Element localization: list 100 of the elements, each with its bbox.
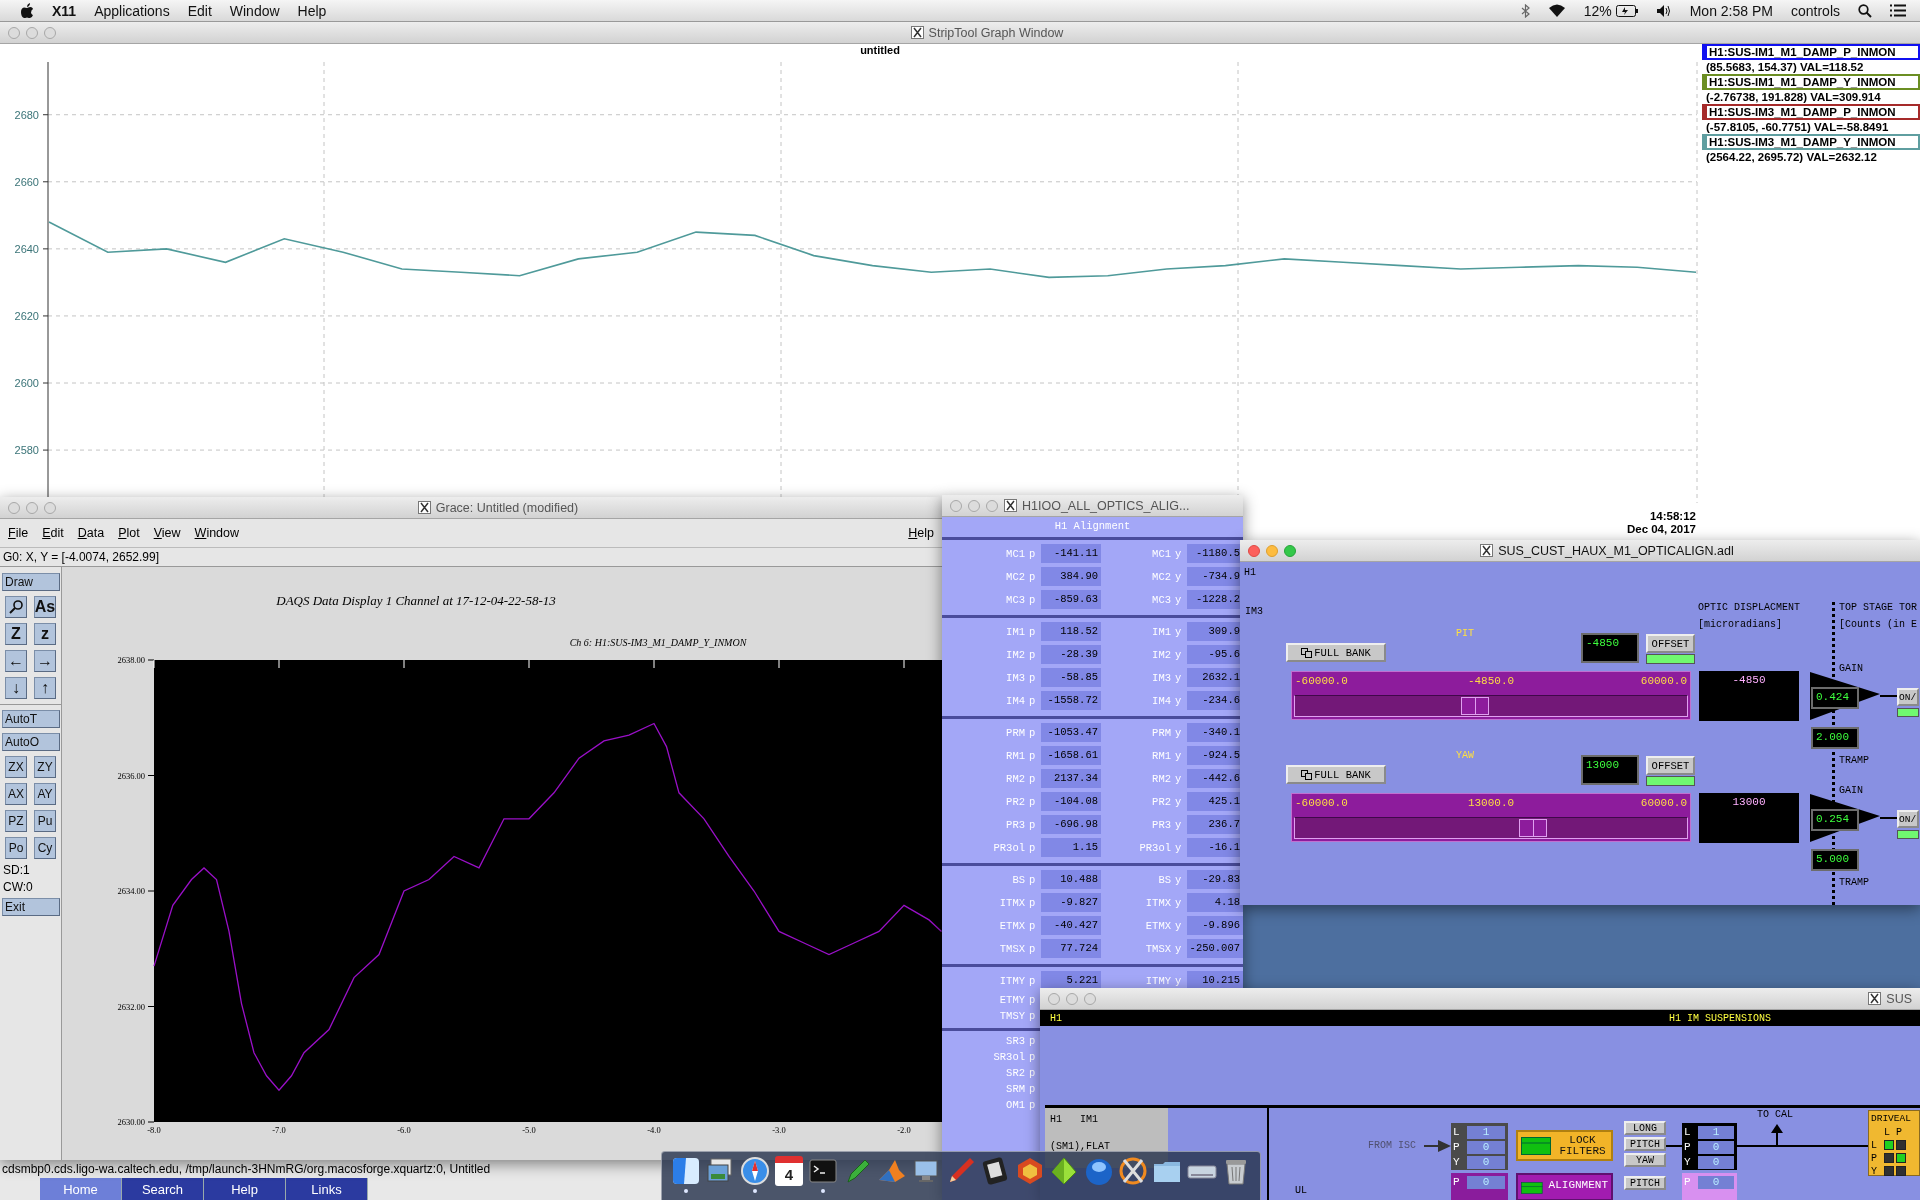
dof-button[interactable]: LONG — [1624, 1121, 1666, 1135]
tool-button[interactable]: AutoO — [2, 733, 60, 751]
gain-field[interactable]: 0.254 — [1811, 809, 1859, 831]
menu-item[interactable]: Edit — [187, 2, 212, 19]
value-readout: -1228.2 — [1187, 590, 1243, 609]
apple-icon[interactable] — [20, 2, 34, 19]
menu-item[interactable]: Plot — [118, 526, 140, 540]
menu-item[interactable]: Window — [229, 2, 280, 19]
zoom-tool-button[interactable] — [5, 596, 27, 618]
dof-button[interactable]: YAW — [1624, 1153, 1666, 1167]
legend-entry[interactable]: H1:SUS-IM3_M1_DAMP_Y_INMON — [1702, 134, 1920, 150]
nav-tab[interactable]: Links — [286, 1178, 368, 1200]
optic-label: RM2 — [1005, 772, 1025, 785]
value-readout: 118.52 — [1041, 622, 1101, 641]
battery-icon[interactable] — [1615, 4, 1638, 17]
switch-button[interactable]: ON/ — [1897, 810, 1919, 828]
search-icon[interactable] — [1858, 3, 1872, 18]
optic-label: TMSX — [1144, 942, 1171, 955]
list-icon[interactable] — [1890, 4, 1906, 17]
tool-button[interactable]: AY — [34, 783, 56, 805]
axis-label: p — [1028, 795, 1037, 808]
axis-label: p — [1028, 1010, 1037, 1022]
tool-button[interactable]: Cy — [34, 837, 56, 859]
tool-button[interactable]: → — [34, 650, 56, 672]
legend-entry[interactable]: H1:SUS-IM3_M1_DAMP_P_INMON — [1702, 104, 1920, 120]
close-button[interactable] — [1248, 544, 1260, 557]
user-menu[interactable]: controls — [1790, 2, 1840, 19]
tool-button[interactable]: PZ — [5, 810, 27, 832]
status-text: cdsmbp0.cds.ligo-wa.caltech.edu, /tmp/launch-3HNmRG/org.macosforge.xquartz:0, Untitled — [1, 1161, 492, 1178]
full-bank-button[interactable]: FULL BANK — [1286, 643, 1386, 662]
split-square-icon[interactable] — [670, 1156, 701, 1186]
setpoint-field[interactable]: -4850 — [1581, 633, 1639, 663]
menu-item[interactable]: Data — [77, 526, 105, 540]
tick-label: 2660 — [14, 175, 39, 188]
tramp-field[interactable]: 5.000 — [1811, 849, 1859, 871]
value-readout: 10.488 — [1041, 870, 1101, 889]
tool-button[interactable]: Draw — [2, 573, 60, 591]
tool-button[interactable]: Exit — [2, 898, 60, 916]
setpoint-field[interactable]: 13000 — [1581, 755, 1639, 785]
tool-button[interactable]: Pu — [34, 810, 56, 832]
value-readout: -859.63 — [1041, 590, 1101, 609]
optic-label: PR3ol — [992, 841, 1025, 854]
offset-slider[interactable]: -60000.0 -4850.0 60000.0 — [1291, 671, 1691, 720]
terminal-icon[interactable] — [808, 1156, 839, 1186]
offset-button[interactable]: OFFSET — [1646, 756, 1695, 775]
wifi-icon[interactable] — [1547, 4, 1566, 17]
menu-item[interactable]: Help — [297, 2, 327, 19]
legend-entry[interactable]: H1:SUS-IM1_M1_DAMP_P_INMON — [1702, 44, 1920, 60]
tool-button[interactable]: ← — [5, 650, 27, 672]
gain-field[interactable]: 0.424 — [1811, 687, 1859, 709]
menu-item[interactable]: Applications — [94, 2, 170, 19]
tick-label: -4.0 — [647, 1125, 661, 1135]
tool-button[interactable]: As — [34, 596, 56, 618]
value-readout: 309.9 — [1187, 622, 1243, 641]
menu-item[interactable]: File — [8, 526, 29, 540]
sphere-icon[interactable] — [1083, 1156, 1114, 1186]
bluetooth-icon[interactable] — [1520, 3, 1530, 18]
offset-button[interactable]: OFFSET — [1646, 634, 1695, 653]
nav-tab[interactable]: Home — [40, 1178, 122, 1200]
value-readout: -9.896 — [1187, 916, 1243, 935]
tool-button[interactable]: ZX — [5, 756, 27, 778]
clock: Mon 2:58 PM — [1689, 2, 1773, 19]
tool-button[interactable]: AX — [5, 783, 27, 805]
tool-button[interactable]: Z — [5, 623, 27, 645]
nav-tab[interactable]: Help — [204, 1178, 286, 1200]
menu-item[interactable]: Window — [194, 526, 240, 540]
menu-item[interactable]: Help — [908, 526, 934, 540]
tramp-field[interactable]: 2.000 — [1811, 727, 1859, 749]
calendar-icon[interactable]: 4 — [774, 1156, 803, 1186]
tool-button[interactable]: AutoT — [2, 710, 60, 728]
to-cal-label: TO CAL — [1757, 1109, 1793, 1121]
nav-tab[interactable]: Search — [122, 1178, 204, 1200]
tool-button[interactable]: ZY — [34, 756, 56, 778]
tool-button[interactable]: Po — [5, 837, 27, 859]
slider-thumb[interactable] — [1461, 697, 1490, 715]
full-bank-button[interactable]: FULL BANK — [1286, 765, 1386, 784]
gain-label: GAIN — [1839, 663, 1863, 675]
offset-slider[interactable]: -60000.0 13000.0 60000.0 — [1291, 793, 1691, 842]
slider-thumb[interactable] — [1519, 819, 1548, 837]
tool-button[interactable]: z — [34, 623, 56, 645]
indicator-icon — [1521, 1180, 1543, 1196]
value-readout: 0 — [1698, 1176, 1734, 1189]
value-readout: -9.827 — [1041, 893, 1101, 912]
tick-label: -2.0 — [897, 1125, 911, 1135]
lock-filters-button[interactable]: LOCK FILTERS — [1516, 1130, 1613, 1161]
axis-label: y — [1174, 841, 1183, 854]
app-menu[interactable]: X11 — [52, 2, 77, 19]
alignment-button[interactable]: ALIGNMENT — [1516, 1173, 1613, 1200]
dof-button[interactable]: PITCH — [1624, 1176, 1666, 1190]
menu-item[interactable]: View — [153, 526, 181, 540]
x-icon[interactable] — [1118, 1156, 1148, 1186]
menu-item[interactable]: Edit — [42, 526, 64, 540]
tool-button[interactable]: ↑ — [34, 677, 56, 699]
volume-icon[interactable] — [1655, 3, 1672, 18]
legend-entry[interactable]: H1:SUS-IM1_M1_DAMP_Y_INMON — [1702, 74, 1920, 90]
switch-button[interactable]: ON/ — [1897, 688, 1919, 706]
compass-icon[interactable] — [739, 1156, 770, 1186]
tool-button[interactable]: ↓ — [5, 677, 27, 699]
dof-button[interactable]: PITCH — [1624, 1137, 1666, 1151]
legend-reading: (-57.8105, -60.7751) VAL=-58.8491 — [1705, 120, 1890, 134]
